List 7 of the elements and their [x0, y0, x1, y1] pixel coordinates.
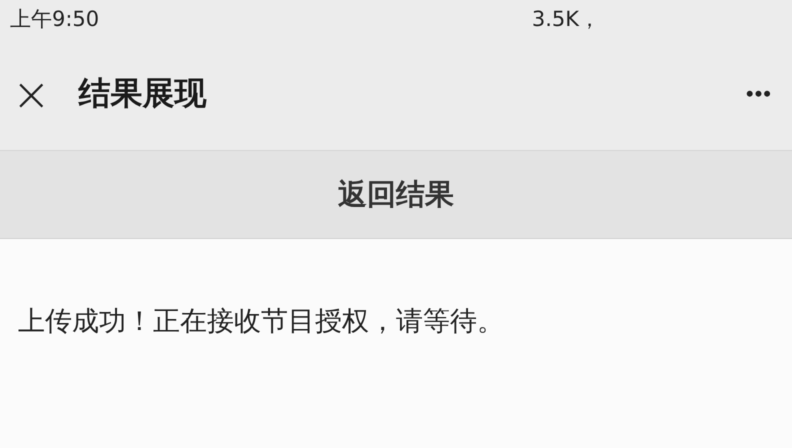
status-message: 上传成功！正在接收节目授权，请等待。 [18, 305, 505, 339]
page-title: 结果展现 [78, 73, 207, 114]
network-speed: 3.5K， [532, 6, 600, 33]
close-button[interactable]: × [6, 71, 57, 117]
more-button[interactable]: ••• [746, 81, 772, 107]
return-button[interactable]: 返回结果 [0, 151, 792, 239]
status-time: 上午9:50 [10, 6, 100, 33]
